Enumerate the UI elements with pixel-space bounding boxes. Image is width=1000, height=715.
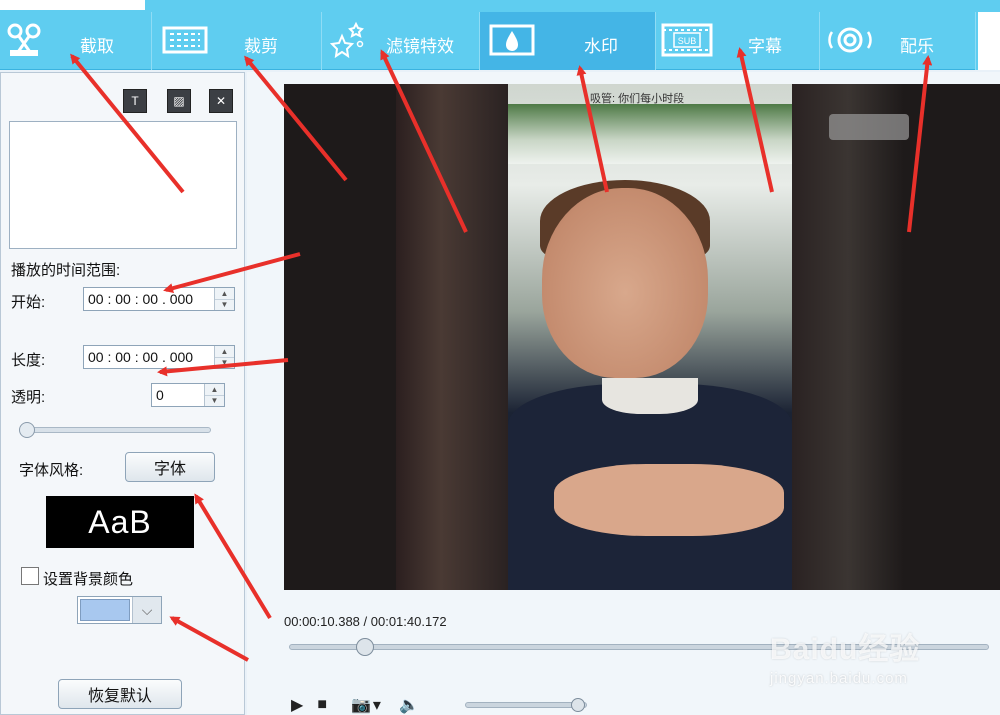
spin-down-icon[interactable]: ▼ — [215, 358, 234, 369]
video-blurred-logo — [829, 114, 909, 140]
bg-color-picker[interactable]: ⌵ — [77, 596, 162, 624]
tab-label: 裁剪 — [244, 37, 278, 56]
opacity-slider[interactable] — [19, 422, 211, 438]
add-image-icon: ▨ — [173, 94, 185, 108]
volume-slider-thumb[interactable] — [571, 698, 585, 712]
tab-capture[interactable]: 截取 — [0, 12, 152, 70]
video-blur-left — [396, 84, 508, 590]
subtitle-film-icon: SUB — [661, 23, 713, 57]
stop-icon[interactable]: ■ — [317, 696, 327, 714]
tab-music[interactable]: 配乐 — [820, 12, 976, 70]
video-preview[interactable]: 吸管: 你们每小时段 — [284, 84, 1000, 590]
stars-icon — [329, 21, 364, 59]
length-time-value: 00 : 00 : 00 . 000 — [88, 349, 194, 365]
font-style-label: 字体风格: — [19, 462, 84, 479]
seek-bar-thumb[interactable] — [356, 638, 374, 656]
length-label: 长度: — [11, 352, 46, 369]
tab-label: 截取 — [80, 37, 114, 56]
chevron-down-icon[interactable]: ⌵ — [132, 597, 161, 623]
video-blur-right — [792, 84, 904, 590]
tab-label: 水印 — [584, 37, 618, 56]
seek-bar[interactable] — [289, 638, 989, 656]
video-caption: 吸管: 你们每小时段 — [590, 93, 685, 105]
font-preview: AaB — [46, 496, 194, 548]
opacity-input[interactable]: 0 ▲ ▼ — [151, 383, 225, 407]
spin-down-icon[interactable]: ▼ — [215, 300, 234, 311]
opacity-label: 透明: — [11, 389, 46, 406]
time-display: 00:00:10.388 / 00:01:40.172 — [284, 614, 447, 629]
spin-up-icon[interactable]: ▲ — [205, 384, 224, 396]
font-button[interactable]: 字体 — [125, 452, 215, 482]
add-text-icon: T — [131, 94, 139, 108]
opacity-value: 0 — [156, 387, 164, 403]
start-time-value: 00 : 00 : 00 . 000 — [88, 291, 194, 307]
bg-color-checkbox[interactable] — [21, 567, 39, 585]
tab-filter[interactable]: 滤镜特效 — [322, 12, 480, 70]
crop-frame-icon — [162, 26, 208, 54]
add-text-button[interactable]: T — [123, 89, 147, 113]
tab-subtitle[interactable]: SUB 字幕 — [656, 12, 820, 70]
title-strip — [0, 0, 1000, 12]
droplet-icon — [489, 24, 535, 56]
opacity-slider-track — [25, 427, 211, 433]
spin-down-icon[interactable]: ▼ — [205, 396, 224, 407]
player-panel: 吸管: 你们每小时段 00:00:10.388 / 00:01:40.172 ▶… — [247, 72, 1000, 715]
spin-up-icon[interactable]: ▲ — [215, 288, 234, 300]
chevron-down-icon[interactable]: ▾ — [373, 695, 381, 715]
player-controls: ▶ ■ 📷 ▾ 🔈 — [291, 692, 433, 715]
camera-icon[interactable]: 📷 — [351, 695, 371, 715]
watermark-list[interactable] — [9, 121, 237, 249]
volume-icon[interactable]: 🔈 — [399, 695, 419, 715]
bg-color-swatch — [80, 599, 130, 621]
opacity-slider-thumb[interactable] — [19, 422, 35, 438]
tab-label: 滤镜特效 — [386, 37, 454, 56]
volume-slider-track — [465, 702, 587, 708]
seek-bar-track — [289, 644, 989, 650]
close-icon: ✕ — [215, 94, 227, 108]
spin-up-icon[interactable]: ▲ — [215, 346, 234, 358]
app-window: 截取 裁剪 滤镜特效 水印 SUB 字幕 配乐 T ▨ ✕ 播放的时间范围: 开… — [0, 0, 1000, 715]
tab-label: 配乐 — [900, 37, 934, 56]
tab-watermark[interactable]: 水印 — [480, 12, 656, 70]
subtitle-icon-text: SUB — [678, 36, 697, 46]
play-icon[interactable]: ▶ — [291, 695, 303, 715]
tab-label: 字幕 — [748, 37, 782, 56]
volume-slider[interactable] — [465, 698, 595, 712]
time-range-label: 播放的时间范围: — [11, 262, 121, 279]
tab-bar-end — [976, 12, 1000, 70]
video-person-collar — [602, 378, 698, 414]
title-strip-highlight — [0, 0, 145, 10]
bg-color-label: 设置背景颜色 — [43, 571, 134, 588]
start-time-input[interactable]: 00 : 00 : 00 . 000 ▲ ▼ — [83, 287, 235, 311]
add-image-button[interactable]: ▨ — [167, 89, 191, 113]
restore-defaults-button[interactable]: 恢复默认 — [58, 679, 182, 709]
delete-watermark-button[interactable]: ✕ — [209, 89, 233, 113]
speaker-wave-icon — [828, 27, 872, 53]
watermark-settings-panel: T ▨ ✕ 播放的时间范围: 开始: 00 : 00 : 00 . 000 ▲ ▼… — [0, 72, 245, 715]
tab-crop[interactable]: 裁剪 — [152, 12, 322, 70]
tab-bar: 截取 裁剪 滤镜特效 水印 SUB 字幕 配乐 — [0, 12, 1000, 70]
video-person-face — [542, 188, 708, 378]
scissors-icon — [7, 23, 41, 56]
length-time-input[interactable]: 00 : 00 : 00 . 000 ▲ ▼ — [83, 345, 235, 369]
start-label: 开始: — [11, 294, 46, 311]
video-ceiling — [508, 104, 792, 164]
video-person-hands — [554, 464, 784, 536]
